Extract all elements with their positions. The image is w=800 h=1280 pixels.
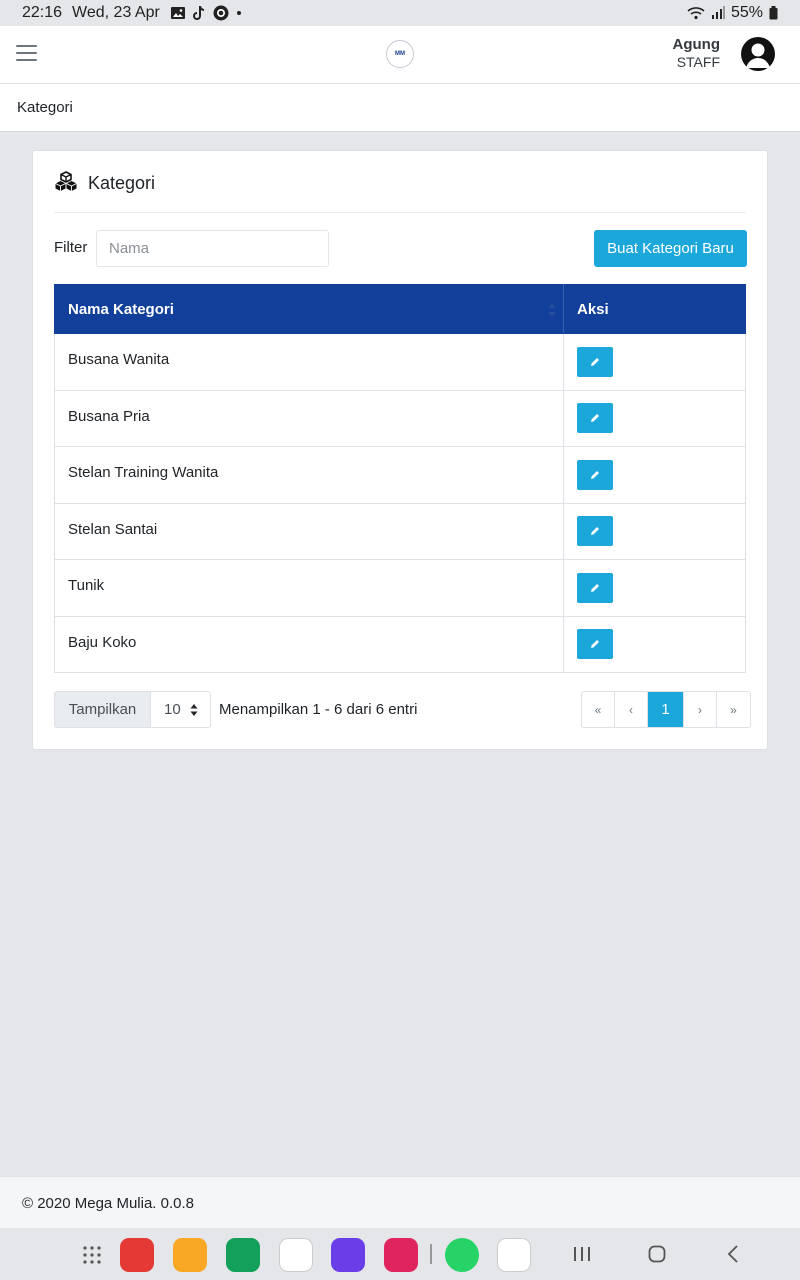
microsoft365-app-icon[interactable] [497,1238,531,1272]
dock-separator [430,1244,432,1264]
cubes-icon [55,171,77,191]
pencil-icon [591,640,599,649]
category-name-cell: Stelan Training Wanita [54,446,564,504]
page-footer: © 2020 Mega Mulia. 0.0.8 [0,1176,800,1228]
pencil-icon [591,527,599,536]
table-info: Menampilkan 1 - 6 dari 6 entri [219,701,418,718]
messages-app-icon[interactable] [279,1238,313,1272]
category-name-cell: Busana Wanita [54,333,564,391]
category-name-cell: Busana Pria [54,389,564,447]
user-role: STAFF [676,54,720,70]
sort-icon[interactable] [548,302,556,318]
action-cell [563,389,746,447]
page-length-control: Tampilkan 10 [54,691,211,728]
home-icon[interactable] [648,1245,666,1263]
category-card: Kategori Filter Buat Kategori Baru Nama … [32,150,768,750]
app-logo[interactable]: MM [386,40,414,68]
table-row: Stelan Training Wanita [54,446,746,504]
phone-app-icon[interactable] [226,1238,260,1272]
table-row: Busana Wanita [54,333,746,391]
column-header-name[interactable]: Nama Kategori [54,284,564,334]
edit-button[interactable] [577,403,613,434]
page-current-button[interactable]: 1 [648,692,684,727]
category-name-cell: Tunik [54,559,564,617]
user-avatar-icon [746,43,770,68]
hamburger-menu-icon[interactable] [16,45,37,61]
action-cell [563,333,746,391]
column-header-action: Aksi [563,284,746,334]
files-app-icon[interactable] [173,1238,207,1272]
action-cell [563,615,746,673]
pencil-icon [591,583,599,592]
logo-text: MM [395,51,405,57]
user-info[interactable]: Agung STAFF [673,36,720,71]
create-category-button[interactable]: Buat Kategori Baru [594,230,747,267]
status-bar: 22:16 Wed, 23 Apr 55% [0,0,800,26]
category-name-cell: Stelan Santai [54,502,564,560]
page-next-button[interactable]: › [684,692,717,727]
back-icon[interactable] [727,1245,739,1263]
table-row: Stelan Santai [54,502,746,560]
page-last-button[interactable]: » [717,692,750,727]
tiktok-notification-icon [192,5,204,20]
more-notifications-icon [236,11,241,15]
pagination: « ‹ 1 › » [581,691,751,728]
page-length-value: 10 [164,701,181,718]
user-name: Agung [672,36,720,53]
edit-button[interactable] [577,572,613,603]
android-nav-bar [0,1228,800,1280]
footer-text: © 2020 Mega Mulia. 0.0.8 [22,1195,194,1212]
edit-button[interactable] [577,516,613,547]
page-length-select[interactable]: 10 [150,691,211,728]
screen-recorder-app-icon[interactable] [384,1238,418,1272]
breadcrumb-current: Kategori [17,99,73,116]
edit-button[interactable] [577,459,613,490]
table-row: Tunik [54,559,746,617]
action-cell [563,446,746,504]
category-table: Nama Kategori Aksi Busana Wanita Busana … [54,284,746,673]
gallery-notification-icon [170,7,185,19]
breadcrumb: Kategori [0,84,800,132]
filter-name-input[interactable] [96,230,329,267]
action-cell [563,502,746,560]
category-name-cell: Baju Koko [54,615,564,673]
app-drawer-icon[interactable] [82,1245,102,1265]
card-header: Kategori [54,171,746,213]
page-length-label: Tampilkan [54,691,150,728]
avatar[interactable] [741,37,775,71]
status-time: 22:16 [22,4,63,21]
page-prev-button[interactable]: ‹ [615,692,648,727]
page-first-button[interactable]: « [582,692,615,727]
select-caret-icon [190,704,198,716]
battery-icon [769,6,778,20]
column-header-name-label: Nama Kategori [68,300,174,318]
browser-app-icon[interactable] [331,1238,365,1272]
status-date: Wed, 23 Apr [72,4,160,21]
edit-button[interactable] [577,346,613,377]
table-header-row: Nama Kategori Aksi [54,284,746,334]
signal-icon [711,6,725,19]
whatsapp-app-icon[interactable] [445,1238,479,1272]
table-row: Baju Koko [54,615,746,673]
pencil-icon [591,470,599,479]
pencil-icon [591,414,599,423]
edit-button[interactable] [577,629,613,660]
pencil-icon [591,357,599,366]
table-row: Busana Pria [54,389,746,447]
recent-apps-icon[interactable] [573,1246,591,1262]
action-cell [563,559,746,617]
camera-notification-icon [213,5,229,21]
top-navbar: MM Agung STAFF [0,26,800,84]
filter-label: Filter [54,239,88,256]
notes-app-icon[interactable] [120,1238,154,1272]
card-title: Kategori [88,173,156,193]
wifi-icon [687,7,705,20]
battery-percent: 55% [730,4,763,21]
